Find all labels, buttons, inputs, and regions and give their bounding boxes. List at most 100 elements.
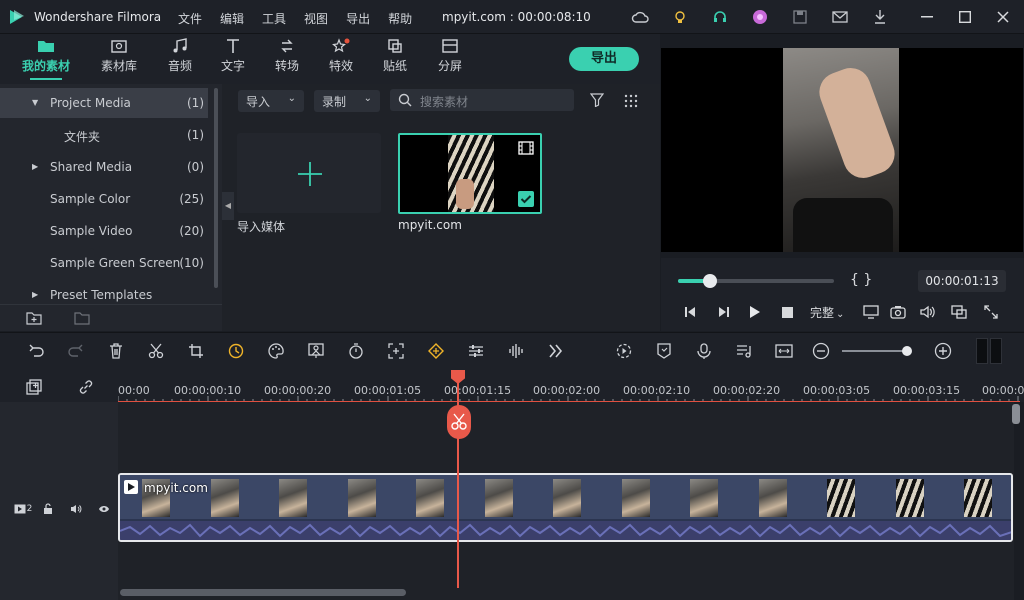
audio-mixer-icon[interactable]: [724, 339, 764, 363]
timeline-vertical-scrollbar[interactable]: [1012, 404, 1020, 424]
camera-snapshot-icon[interactable]: [884, 300, 912, 324]
download-icon[interactable]: [860, 6, 900, 28]
next-frame-icon[interactable]: [707, 300, 739, 324]
filter-icon[interactable]: [590, 93, 604, 107]
bulb-icon[interactable]: [660, 6, 700, 28]
tab-media-library[interactable]: 素材库: [89, 38, 149, 74]
layout-toggle-right[interactable]: [990, 338, 1002, 364]
add-track-icon[interactable]: [26, 379, 42, 395]
tab-my-media[interactable]: 我的素材: [16, 38, 76, 80]
tree-item-sample-video[interactable]: Sample Video (20): [0, 216, 208, 246]
menu-edit[interactable]: 编辑: [220, 10, 244, 27]
fit-timeline-icon[interactable]: [764, 339, 804, 363]
collapse-arrow-icon[interactable]: ▶: [32, 162, 38, 171]
preview-shoe: [813, 62, 901, 184]
tree-item-count: (1): [187, 128, 204, 142]
expand-arrow-icon[interactable]: ▼: [32, 98, 38, 107]
media-clip-thumbnail[interactable]: [398, 133, 542, 214]
zoom-in-icon[interactable]: [934, 342, 952, 360]
grid-view-icon[interactable]: [624, 94, 638, 108]
scissors-icon: [451, 413, 467, 430]
cloud-icon[interactable]: [620, 6, 660, 28]
green-screen-icon[interactable]: [296, 339, 336, 363]
preview-scrubber-handle[interactable]: [703, 274, 717, 288]
eye-icon[interactable]: [90, 502, 118, 516]
tab-split-screen[interactable]: 分屏: [420, 38, 480, 74]
timeline-ruler[interactable]: 00:00 00:00:00:10 00:00:00:20 00:00:01:0…: [118, 370, 1024, 402]
crop-icon[interactable]: [176, 339, 216, 363]
tab-stickers[interactable]: 贴纸: [365, 38, 425, 74]
mark-in-out-buttons[interactable]: { }: [850, 272, 872, 288]
display-icon[interactable]: [858, 300, 884, 324]
lock-icon[interactable]: [34, 502, 62, 516]
project-title: mpyit.com : 00:00:08:10: [442, 10, 591, 24]
mail-icon[interactable]: [820, 6, 860, 28]
track-volume-icon[interactable]: [62, 502, 90, 516]
cut-icon[interactable]: [136, 339, 176, 363]
zoom-slider-handle[interactable]: [902, 346, 912, 356]
folder-icon[interactable]: [74, 311, 90, 325]
microphone-icon[interactable]: [684, 339, 724, 363]
search-input[interactable]: 搜索素材: [390, 89, 574, 111]
more-tools-icon[interactable]: [536, 339, 576, 363]
pip-icon[interactable]: [944, 300, 974, 324]
clip-frame: [531, 475, 600, 519]
save-icon[interactable]: [780, 6, 820, 28]
prev-frame-icon[interactable]: [675, 300, 707, 324]
zoom-slider[interactable]: [842, 350, 908, 352]
tab-text[interactable]: 文字: [203, 38, 263, 74]
color-palette-icon[interactable]: [256, 339, 296, 363]
volume-icon[interactable]: [912, 300, 944, 324]
keyframe-icon[interactable]: [416, 339, 456, 363]
tab-transitions[interactable]: 转场: [257, 38, 317, 74]
quality-dropdown[interactable]: 完整 ⌄: [810, 304, 844, 321]
stop-icon[interactable]: [771, 300, 803, 324]
record-dropdown[interactable]: 录制 ⌄: [314, 90, 380, 112]
redo-icon[interactable]: [56, 339, 96, 363]
split-at-playhead-button[interactable]: [447, 405, 471, 439]
speed-icon[interactable]: [216, 339, 256, 363]
zoom-out-icon[interactable]: [812, 342, 830, 360]
menu-file[interactable]: 文件: [178, 10, 202, 27]
tree-item-sample-color[interactable]: Sample Color (25): [0, 184, 208, 214]
menu-view[interactable]: 视图: [304, 10, 328, 27]
headset-icon[interactable]: [700, 6, 740, 28]
tab-effects[interactable]: 特效: [311, 38, 371, 74]
selected-check-icon[interactable]: [518, 191, 534, 207]
collapse-arrow-icon[interactable]: ▶: [32, 290, 38, 299]
audio-waveform-icon[interactable]: [496, 339, 536, 363]
collapse-panel-button[interactable]: ◀: [222, 192, 234, 220]
timeline-video-clip[interactable]: mpyit.com: [118, 473, 1013, 542]
minimize-icon[interactable]: [908, 6, 946, 28]
import-dropdown[interactable]: 导入 ⌄: [238, 90, 304, 112]
import-media-tile[interactable]: [237, 133, 381, 213]
maximize-icon[interactable]: [946, 6, 984, 28]
close-icon[interactable]: [984, 6, 1022, 28]
render-preview-icon[interactable]: [604, 339, 644, 363]
track-header-column: [0, 402, 118, 600]
export-button[interactable]: 导出: [569, 47, 639, 71]
tree-item-project-media[interactable]: ▼ Project Media (1): [0, 88, 208, 118]
play-icon[interactable]: [739, 300, 771, 324]
undo-icon[interactable]: [16, 339, 56, 363]
tree-item-folder[interactable]: 文件夹 (1): [0, 120, 208, 150]
track-controls: 2: [12, 502, 118, 516]
folder-panel-scrollbar[interactable]: [214, 88, 218, 288]
fullscreen-icon[interactable]: [974, 300, 1008, 324]
tree-item-shared-media[interactable]: ▶ Shared Media (0): [0, 152, 208, 182]
stabilize-icon[interactable]: [376, 339, 416, 363]
marker-icon[interactable]: [644, 339, 684, 363]
new-folder-icon[interactable]: [26, 311, 42, 325]
menu-export[interactable]: 导出: [346, 10, 370, 27]
adjust-sliders-icon[interactable]: [456, 339, 496, 363]
timeline-horizontal-scrollbar[interactable]: [120, 589, 406, 596]
tree-item-sample-green-screen[interactable]: Sample Green Screen (10): [0, 248, 208, 278]
tab-audio[interactable]: 音频: [150, 38, 210, 74]
timer-icon[interactable]: [336, 339, 376, 363]
layout-toggle-left[interactable]: [976, 338, 988, 364]
menu-tools[interactable]: 工具: [262, 10, 286, 27]
avatar-icon[interactable]: [740, 6, 780, 28]
link-icon[interactable]: [78, 379, 94, 395]
delete-icon[interactable]: [96, 339, 136, 363]
menu-help[interactable]: 帮助: [388, 10, 412, 27]
